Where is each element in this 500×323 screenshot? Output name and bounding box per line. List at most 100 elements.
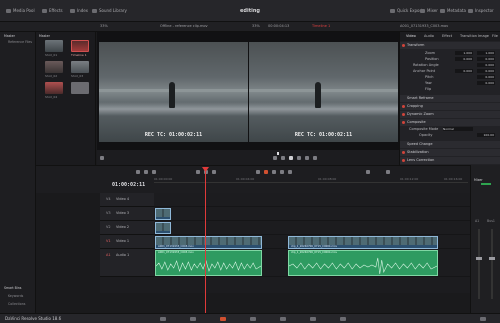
track-lane-v2[interactable] xyxy=(154,221,470,235)
audio-clip[interactable]: A001_07131933_C003.mov xyxy=(155,250,262,276)
inspector-button[interactable]: Inspector xyxy=(468,8,494,13)
section-stabilization[interactable]: Stabilization xyxy=(400,149,500,156)
opacity-field[interactable]: 100.00 xyxy=(477,133,495,137)
enable-dot-icon[interactable] xyxy=(402,44,405,47)
ruler-tick: 01:00:00:00 xyxy=(154,177,173,181)
timeline-name[interactable]: Timeline 1 xyxy=(312,24,330,28)
tab-effect[interactable]: Effect xyxy=(442,34,452,38)
person-silhouette xyxy=(315,82,321,108)
play-reverse-icon[interactable] xyxy=(281,156,285,160)
timeline-timecode[interactable]: 01:00:02:11 xyxy=(112,182,145,188)
track-header-v1[interactable]: V1 Video 1 xyxy=(100,235,154,249)
smart-bin-item[interactable]: Collections xyxy=(8,302,25,306)
clip-thumbnail[interactable] xyxy=(71,61,89,73)
a1-fader[interactable] xyxy=(476,257,482,260)
enable-dot-icon[interactable] xyxy=(402,159,405,162)
video-clip[interactable]: clip_1_20240706_0715_C0004.mov xyxy=(288,236,438,249)
flag-icon[interactable] xyxy=(280,170,284,174)
track-header-v3[interactable]: V3 Video 3 xyxy=(100,207,154,221)
enable-dot-icon[interactable] xyxy=(402,121,405,124)
enable-dot-icon[interactable] xyxy=(402,151,405,154)
enable-dot-icon[interactable] xyxy=(402,105,405,108)
scrubber-handle[interactable] xyxy=(277,152,279,155)
section-cropping[interactable]: Cropping xyxy=(400,103,500,110)
tab-audio[interactable]: Audio xyxy=(424,34,434,38)
section-speed-change[interactable]: Speed Change xyxy=(400,141,500,148)
right-zoom-level[interactable]: 33% xyxy=(252,24,260,28)
section-lens-correction[interactable]: Lens Correction xyxy=(400,157,500,164)
clip-thumbnail[interactable] xyxy=(45,82,63,94)
edit-page-icon[interactable] xyxy=(220,317,226,321)
section-smart-reframe[interactable]: Smart Reframe xyxy=(400,95,500,102)
viewer-options-icon[interactable] xyxy=(100,156,104,160)
track-header-v4[interactable]: V4 Video 4 xyxy=(100,193,154,207)
video-clip[interactable] xyxy=(155,208,171,220)
loop-icon[interactable] xyxy=(313,156,317,160)
video-clip[interactable]: A001_07131933_C003.mov xyxy=(155,236,262,249)
anchor-x-field[interactable]: 0.000 xyxy=(455,69,473,73)
trim-tool-icon[interactable] xyxy=(144,170,148,174)
tab-file[interactable]: File xyxy=(492,34,498,38)
clip-thumbnail[interactable] xyxy=(45,61,63,73)
fairlight-page-icon[interactable] xyxy=(310,317,316,321)
audio-clip[interactable]: clip_1_20240706_0715_C0004.mov xyxy=(288,250,438,276)
bin-item[interactable]: Reference Files xyxy=(8,40,32,44)
replace-clip-icon[interactable] xyxy=(212,170,216,174)
fusion-page-icon[interactable] xyxy=(250,317,256,321)
bus1-fader[interactable] xyxy=(489,257,495,260)
media-page-icon[interactable] xyxy=(160,317,166,321)
metadata-button[interactable]: Metadata xyxy=(440,8,466,13)
section-transform[interactable]: Transform xyxy=(400,42,500,49)
linked-selection-icon[interactable] xyxy=(264,170,268,174)
clip-thumbnail[interactable] xyxy=(45,40,63,52)
play-icon[interactable] xyxy=(297,156,301,160)
anchor-y-field[interactable]: 0.000 xyxy=(477,69,495,73)
previous-frame-icon[interactable] xyxy=(273,156,277,160)
rotation-row: Rotation Angle 0.000 xyxy=(413,63,495,67)
insert-clip-icon[interactable] xyxy=(196,170,200,174)
marker-icon[interactable] xyxy=(288,170,292,174)
pitch-field[interactable]: 0.000 xyxy=(477,75,495,79)
deliver-page-icon[interactable] xyxy=(340,317,346,321)
yaw-field[interactable]: 0.000 xyxy=(477,81,495,85)
selection-tool-icon[interactable] xyxy=(136,170,140,174)
position-lock-icon[interactable] xyxy=(272,170,276,174)
section-dynamic-zoom[interactable]: Dynamic Zoom xyxy=(400,111,500,118)
enable-dot-icon[interactable] xyxy=(402,113,405,116)
position-x-field[interactable]: 0.000 xyxy=(455,57,473,61)
timeline-viewer[interactable]: REC TC: 01:00:02:11 xyxy=(249,42,398,142)
zoom-out-icon[interactable] xyxy=(366,170,370,174)
media-pool-panel: Master Shot_01 Timeline 1 Shot_02 Shot_0… xyxy=(36,32,96,165)
home-icon[interactable] xyxy=(480,317,486,321)
color-page-icon[interactable] xyxy=(280,317,286,321)
track-header-a1[interactable]: A1 Audio 1 xyxy=(100,249,154,277)
tab-video[interactable]: Video xyxy=(406,34,416,38)
position-y-field[interactable]: 0.000 xyxy=(477,57,495,61)
playhead-line[interactable] xyxy=(205,168,206,318)
track-lane-v4[interactable] xyxy=(154,193,470,207)
zoom-x-field[interactable]: 1.000 xyxy=(455,51,473,55)
mixer-button[interactable]: Mixer xyxy=(420,8,438,13)
timeline-thumbnail[interactable] xyxy=(71,40,89,52)
zoom-in-icon[interactable] xyxy=(386,170,390,174)
stop-icon[interactable] xyxy=(289,156,293,160)
tab-transition[interactable]: Transition xyxy=(460,34,477,38)
composite-mode-select[interactable]: Normal xyxy=(443,127,473,131)
zoom-y-field[interactable]: 1.000 xyxy=(477,51,495,55)
source-viewer[interactable]: REC TC: 01:00:02:11 xyxy=(99,42,248,142)
track-lane-v3[interactable] xyxy=(154,207,470,221)
tab-image[interactable]: Image xyxy=(478,34,489,38)
quick-export-button[interactable]: Quick Export xyxy=(390,8,423,13)
left-zoom-level[interactable]: 33% xyxy=(100,24,108,28)
snapping-icon[interactable] xyxy=(256,170,260,174)
timeline-ruler[interactable]: 01:00:00:00 01:00:04:00 01:00:08:00 01:0… xyxy=(154,177,468,183)
blade-tool-icon[interactable] xyxy=(152,170,156,174)
track-header-v2[interactable]: V2 Video 2 xyxy=(100,221,154,235)
rotation-field[interactable]: 0.000 xyxy=(477,63,495,67)
next-frame-icon[interactable] xyxy=(305,156,309,160)
folder-thumbnail[interactable] xyxy=(71,82,89,94)
video-clip[interactable] xyxy=(155,222,171,234)
smart-bin-item[interactable]: Keywords xyxy=(8,294,23,298)
section-composite[interactable]: Composite xyxy=(400,119,500,126)
cut-page-icon[interactable] xyxy=(190,317,196,321)
